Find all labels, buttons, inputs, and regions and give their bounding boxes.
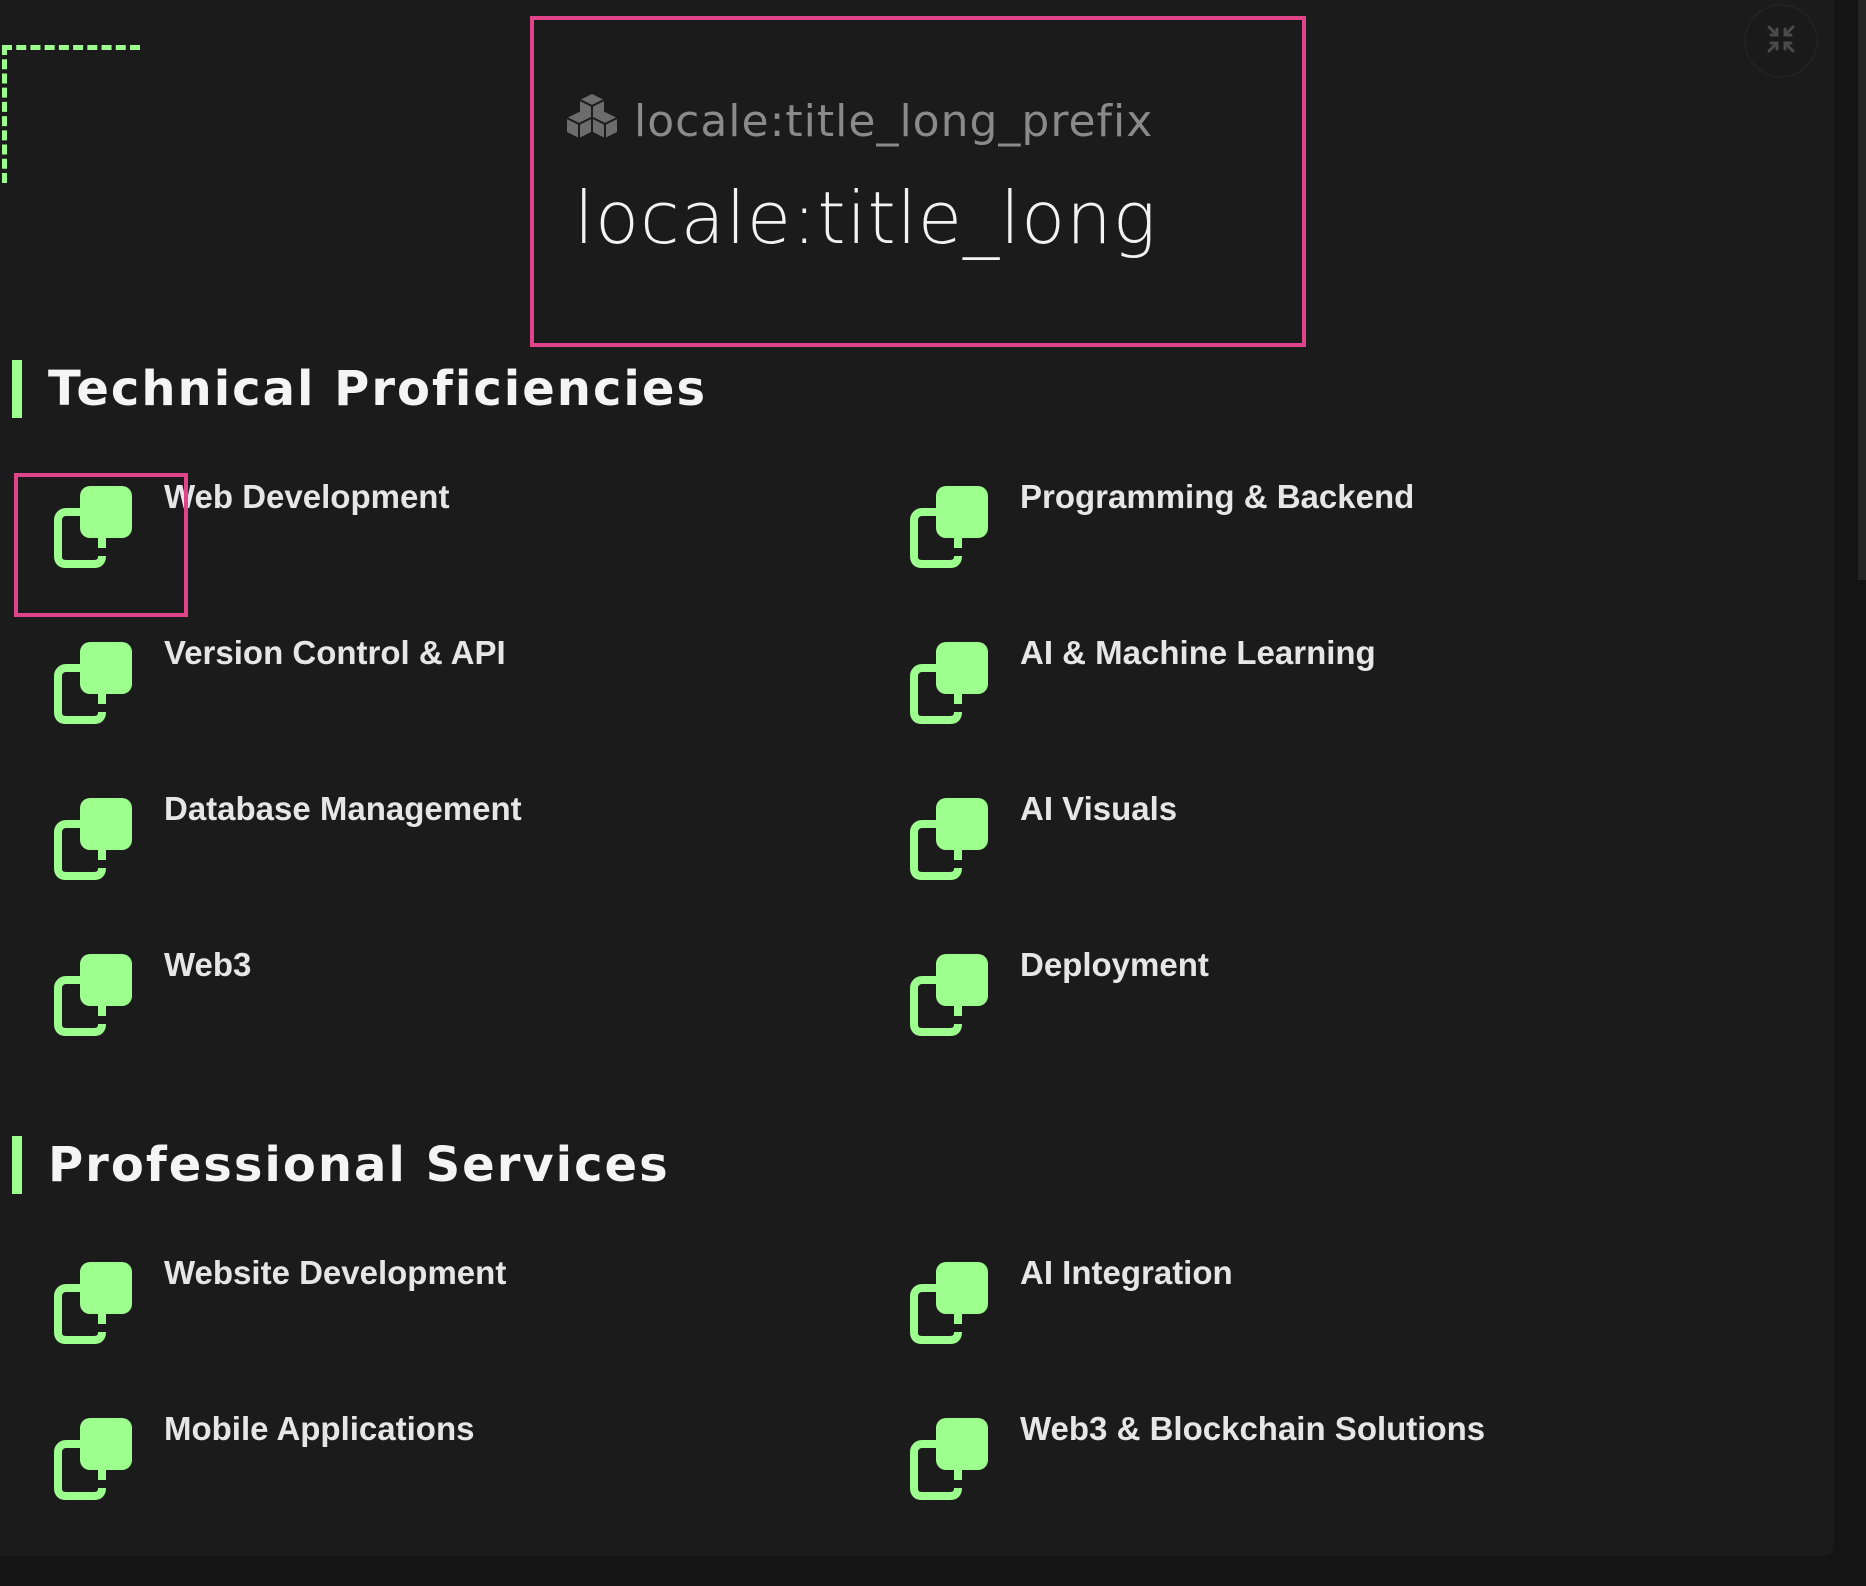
list-item[interactable]: AI Integration [870, 1254, 1670, 1364]
list-item[interactable]: Website Development [14, 1254, 814, 1364]
copy-icon [50, 954, 134, 1038]
list-item-label: AI Visuals [1020, 790, 1178, 827]
copy-icon [906, 798, 990, 882]
section-accent-bar [12, 360, 22, 418]
list-item[interactable]: AI Visuals [870, 790, 1670, 900]
compress-icon [1766, 24, 1796, 58]
copy-icon [50, 1262, 134, 1346]
title-prefix-text: locale:title_long_prefix [634, 96, 1154, 147]
list-item-label: Deployment [1020, 946, 1209, 983]
copy-icon [50, 798, 134, 882]
copy-icon [906, 954, 990, 1038]
copy-icon [50, 642, 134, 726]
list-item-label: Database Management [164, 790, 522, 827]
list-item-label: Web3 & Blockchain Solutions [1020, 1410, 1486, 1447]
corner-bracket-decoration [2, 45, 140, 183]
list-item[interactable]: Web Development [14, 478, 814, 588]
section-accent-bar [12, 1136, 22, 1194]
page-title: locale:title_long [574, 176, 1157, 260]
title-card: locale:title_long_prefix locale:title_lo… [530, 16, 1306, 347]
copy-icon [906, 486, 990, 570]
list-item-label: Programming & Backend [1020, 478, 1415, 515]
list-item[interactable]: Database Management [14, 790, 814, 900]
list-item-label: Web3 [164, 946, 252, 983]
list-item[interactable]: Mobile Applications [14, 1410, 814, 1520]
scrollbar[interactable] [1858, 0, 1866, 580]
copy-icon [906, 1418, 990, 1502]
list-item[interactable]: Web3 & Blockchain Solutions [870, 1410, 1670, 1520]
list-item[interactable]: Programming & Backend [870, 478, 1670, 588]
copy-icon [50, 486, 134, 570]
copy-icon [50, 1418, 134, 1502]
collapse-button[interactable] [1744, 4, 1818, 78]
list-item-label: AI Integration [1020, 1254, 1233, 1291]
list-item-label: AI & Machine Learning [1020, 634, 1376, 671]
list-item[interactable]: Web3 [14, 946, 814, 1056]
section-title-technical: Technical Proficiencies [48, 361, 708, 417]
list-item[interactable]: Version Control & API [14, 634, 814, 744]
list-item[interactable]: AI & Machine Learning [870, 634, 1670, 744]
list-item-label: Mobile Applications [164, 1410, 475, 1447]
list-item-label: Web Development [164, 478, 450, 515]
cubes-icon [566, 92, 634, 151]
section-heading-technical: Technical Proficiencies [12, 360, 707, 418]
copy-icon [906, 642, 990, 726]
copy-icon [906, 1262, 990, 1346]
section-heading-services: Professional Services [12, 1136, 670, 1194]
list-item-label: Website Development [164, 1254, 507, 1291]
title-prefix: locale:title_long_prefix [566, 92, 1153, 151]
list-item-label: Version Control & API [164, 634, 506, 671]
list-item[interactable]: Deployment [870, 946, 1670, 1056]
section-title-services: Professional Services [48, 1137, 670, 1193]
